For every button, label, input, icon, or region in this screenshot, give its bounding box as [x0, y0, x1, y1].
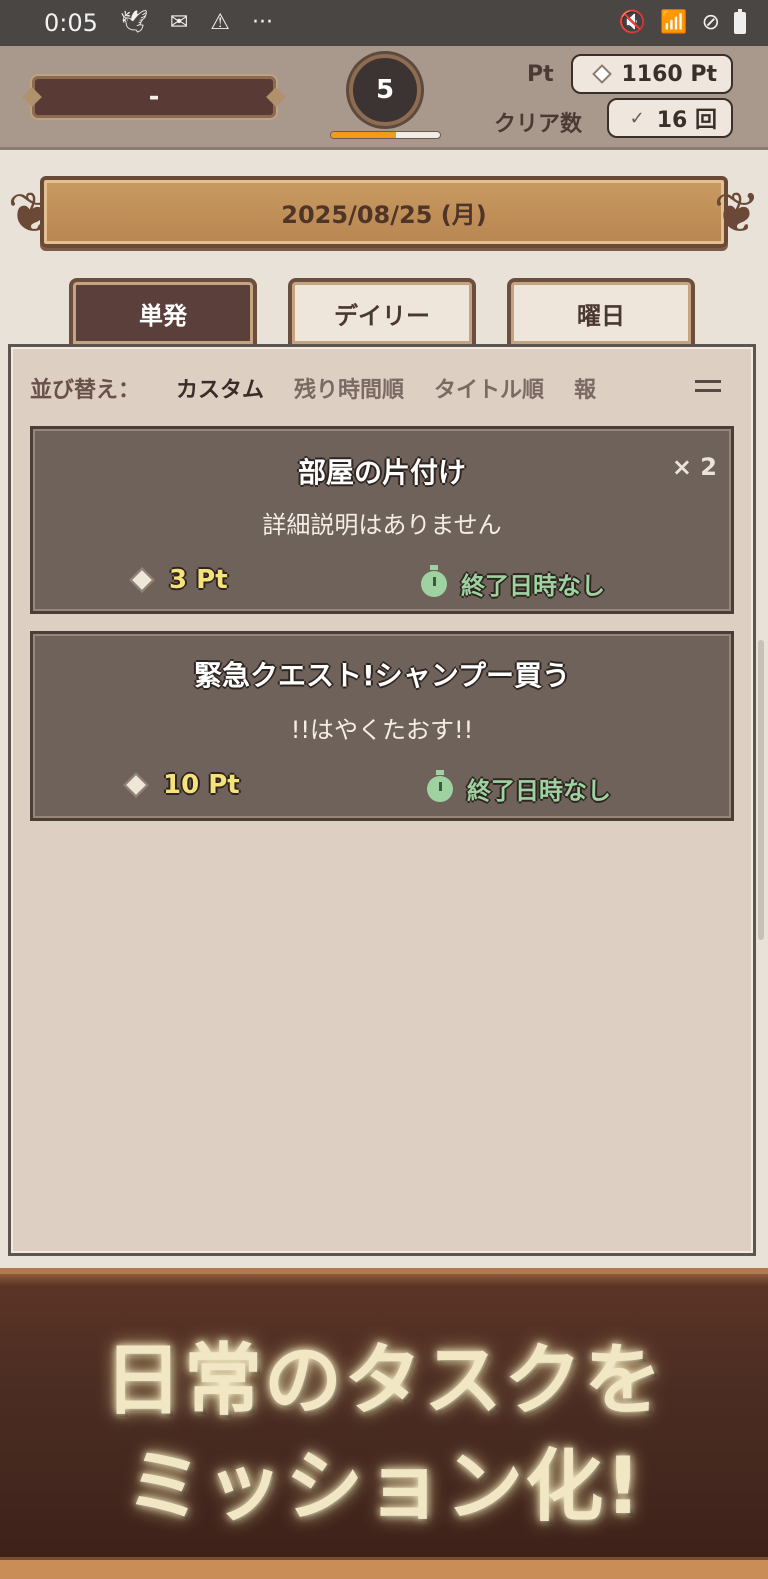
sort-label: 並び替え： [30, 378, 141, 403]
diamond-icon [129, 567, 155, 593]
promo-bottom-frame [0, 1557, 768, 1579]
more-dots-icon: ··· [252, 10, 273, 35]
player-name: - [148, 82, 160, 112]
stopwatch-icon [421, 564, 447, 597]
tab-single-label: 単発 [139, 301, 187, 330]
clock: 0:05 [44, 9, 98, 37]
diamond-icon [123, 772, 149, 798]
status-bar-left: 0:05 🕊 ✉ ⚠ ··· [44, 9, 273, 37]
pt-label: Pt [527, 62, 554, 87]
tab-weekday-label: 曜日 [577, 301, 625, 330]
sort-option-reward[interactable]: 報 [574, 372, 596, 404]
quest-deadline: 終了日時なし [421, 564, 605, 601]
clear-count-box: ✓ 16 回 [607, 98, 733, 138]
quest-title: 緊急クエスト!シャンプー買う [194, 659, 570, 692]
quest-points: 3 Pt [129, 565, 228, 595]
points-box: 1160 Pt [571, 54, 733, 94]
promo-line-1: 日常のタスクを [103, 1336, 664, 1426]
quest-deadline-text: 終了日時なし [461, 572, 605, 600]
date-banner: 2025/08/25 (月) [40, 176, 728, 248]
quest-title: 部屋の片付け [297, 456, 466, 489]
clear-count-label: クリア数 [494, 112, 583, 137]
level-value: 5 [375, 75, 395, 105]
points-value: 1160 Pt [621, 61, 717, 87]
warning-icon: ⚠ [210, 10, 231, 35]
voicemail-icon: ✉ [169, 10, 189, 35]
quest-card[interactable]: 部屋の片付け × 2 詳細説明はありません 3 Pt 終了日時なし [30, 426, 734, 614]
mute-icon: 🔇 [618, 10, 647, 35]
status-bar: 0:05 🕊 ✉ ⚠ ··· 🔇 📶 ⊘ [0, 0, 768, 46]
exp-progress-fill [331, 132, 397, 138]
quest-points: 10 Pt [123, 770, 240, 800]
player-name-plate[interactable]: - [32, 76, 276, 118]
sort-option-custom[interactable]: カスタム [176, 372, 264, 404]
promo-line-2: ミッション化! [125, 1442, 643, 1532]
tab-single[interactable]: 単発 [69, 278, 257, 344]
quest-deadline: 終了日時なし [427, 769, 611, 806]
check-icon: ✓ [629, 107, 645, 129]
sort-bar: 並び替え： カスタム 残り時間順 タイトル順 報 [30, 368, 730, 408]
clear-count-value: 16 回 [656, 108, 717, 133]
block-icon: ⊘ [701, 10, 720, 35]
status-bar-right: 🔇 📶 ⊘ [618, 9, 746, 35]
wifi-icon: 📶 [660, 10, 688, 35]
date-text: 2025/08/25 (月) [281, 200, 487, 229]
edge-scroll-handle[interactable] [758, 640, 764, 940]
bird-icon: 🕊 [119, 10, 148, 35]
promo-banner: 日常のタスクを ミッション化! [0, 1268, 768, 1579]
exp-progress-bar [330, 131, 441, 139]
sort-option-remaining-time[interactable]: 残り時間順 [294, 372, 404, 404]
battery-icon [734, 9, 746, 34]
menu-icon[interactable] [695, 380, 721, 392]
tab-weekday[interactable]: 曜日 [507, 278, 695, 344]
level-badge: 5 [349, 54, 421, 126]
quest-description: !!はやくたおす!! [290, 716, 474, 744]
tab-daily-label: デイリー [334, 301, 430, 330]
player-header: - 5 Pt 1160 Pt クリア数 ✓ 16 回 [0, 46, 768, 150]
stopwatch-icon [427, 769, 453, 802]
quest-points-value: 10 Pt [163, 770, 240, 800]
quest-deadline-text: 終了日時なし [467, 777, 611, 805]
banner-ornament-right-icon: ❦ [713, 181, 761, 246]
sort-option-title[interactable]: タイトル順 [434, 372, 544, 404]
quest-points-value: 3 Pt [169, 565, 228, 595]
diamond-icon [592, 64, 613, 84]
tab-daily[interactable]: デイリー [288, 278, 476, 344]
quest-multiplier: × 2 [671, 453, 717, 481]
quest-description: 詳細説明はありません [262, 511, 502, 539]
quest-card[interactable]: 緊急クエスト!シャンプー買う !!はやくたおす!! 10 Pt 終了日時なし [30, 631, 734, 821]
